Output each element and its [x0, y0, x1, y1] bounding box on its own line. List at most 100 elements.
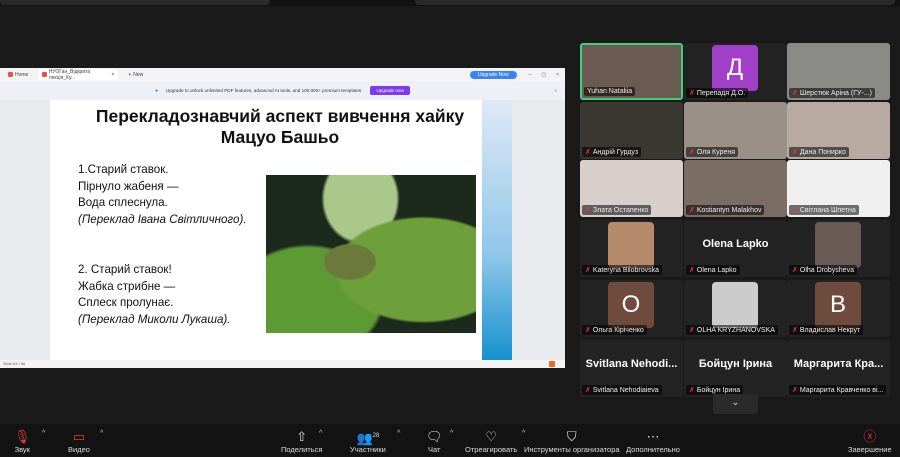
- heart-icon: ♡: [485, 429, 497, 444]
- chat-options-caret[interactable]: ^: [450, 430, 453, 437]
- more-button[interactable]: ⋯ Дополнительно: [626, 428, 680, 454]
- upgrade-now-button[interactable]: Upgrade Now: [469, 70, 517, 79]
- meeting-toolbar: 🎙 Звук ^ ▭ Видео ^ ⇧ Поделиться ^ 👥28 Участн…: [0, 424, 900, 457]
- mic-muted-icon: ✗: [689, 90, 695, 97]
- info-icon: ●: [155, 88, 158, 93]
- mic-muted-icon: 🎙: [14, 429, 31, 444]
- participant-display-name: Бойцун Ірина: [698, 358, 773, 370]
- participant-name: ✗ Svitlana Nehodiaieva: [582, 385, 662, 395]
- upgrade-banner: ● Upgrade to unlock unlimited PDF featur…: [0, 81, 565, 100]
- plus-icon: +: [128, 71, 132, 78]
- participant-tile[interactable]: ✗ Андрій Гурдуз: [580, 102, 683, 159]
- mic-muted-icon: ✗: [792, 387, 798, 394]
- video-button[interactable]: ▭ Видео: [68, 428, 90, 454]
- participant-name: ✗ Андрій Гурдуз: [582, 147, 642, 157]
- mic-muted-icon: ✗: [792, 90, 798, 97]
- mic-muted-icon: ✗: [689, 387, 695, 394]
- participant-name: ✗ Світлана Шпетна: [789, 205, 859, 215]
- mic-muted-icon: ✗: [585, 327, 591, 334]
- participants-options-caret[interactable]: ^: [397, 430, 400, 437]
- chevron-down-icon[interactable]: ⌄: [713, 394, 758, 414]
- participant-tile[interactable]: ✗ Світлана Шпетна: [787, 160, 890, 217]
- participant-name: ✗ Злата Остапенко: [582, 205, 652, 215]
- participant-tile[interactable]: ✗ Шерстюк Аріна (ГУ-...): [787, 43, 890, 100]
- mic-muted-icon: ✗: [585, 149, 591, 156]
- participants-icon: 👥: [356, 430, 373, 446]
- mic-muted-icon: ✗: [689, 207, 695, 214]
- participant-name: Yuhan Nataliia: [584, 87, 636, 96]
- participant-tile[interactable]: Yuhan Nataliia: [580, 43, 683, 100]
- avatar: O: [608, 282, 654, 328]
- mic-muted-icon: ✗: [792, 327, 798, 334]
- participant-tile[interactable]: Маргарита Кра... ✗ Маргарита Кравченко ві.…: [787, 340, 890, 397]
- participant-tile[interactable]: ✗ Kostiantyn Malakhov: [684, 160, 787, 217]
- share-options-caret[interactable]: ^: [319, 430, 322, 437]
- mic-muted-icon: ✗: [689, 267, 695, 274]
- mic-muted-icon: ✗: [792, 267, 798, 274]
- tab-home[interactable]: Home: [4, 69, 32, 80]
- participant-tile[interactable]: ✗ Дана Понирко: [787, 102, 890, 159]
- participant-tile[interactable]: ✗ Olha Drobysheva: [787, 220, 890, 277]
- pdf-tab-bar: Home НУОГан_Відкрита лекція_Ку... × + New …: [0, 68, 565, 81]
- participant-tile[interactable]: Olena Lapko ✗ Olena Lapko: [684, 220, 787, 277]
- share-button[interactable]: ⇧ Поделиться: [281, 428, 322, 454]
- participant-display-name: Маргарита Кра...: [793, 358, 884, 370]
- audio-options-caret[interactable]: ^: [42, 430, 45, 437]
- upgrade-banner-button[interactable]: Upgrade now: [370, 86, 410, 95]
- mic-muted-icon: ✗: [689, 327, 695, 334]
- participant-tile[interactable]: Д ✗ Перепадя Д.О.: [684, 43, 787, 100]
- avatar: B: [815, 282, 861, 328]
- slide-decoration: [482, 100, 512, 360]
- participant-tile[interactable]: ✗ Kateryna Bilobrovska: [580, 220, 683, 277]
- participant-name: ✗ Шерстюк Аріна (ГУ-...): [789, 88, 875, 98]
- zoom-control-icon[interactable]: [549, 361, 555, 367]
- participant-tile[interactable]: O ✗ Ольга Кіріченко: [580, 280, 683, 337]
- participant-tile[interactable]: ✗ OLHA KRYZHANOVSKA: [684, 280, 787, 337]
- pdf-icon: [42, 72, 47, 77]
- chat-button[interactable]: 🗨 Чат: [426, 428, 443, 454]
- participant-display-name: Svitlana Nehodi...: [585, 358, 678, 370]
- end-button[interactable]: ⓧ Завершение: [848, 428, 892, 454]
- window-close-icon[interactable]: ×: [556, 72, 559, 78]
- participants-button[interactable]: 👥28 Участники: [350, 428, 386, 454]
- poem-2: 2. Старий ставок! Жабка стрибне — Сплеск п…: [78, 263, 231, 326]
- participant-name: ✗ Владислав Некрут: [789, 325, 864, 335]
- banner-close-icon[interactable]: ×: [554, 88, 557, 93]
- participant-name: ✗ Оля Куреня: [686, 147, 739, 157]
- react-button[interactable]: ♡ Отреагировать: [465, 428, 517, 454]
- close-icon[interactable]: ×: [111, 72, 114, 78]
- tab-document[interactable]: НУОГан_Відкрита лекція_Ку... ×: [38, 69, 119, 81]
- participant-name: ✗ Дана Понирко: [789, 147, 849, 157]
- participant-tile[interactable]: Бойцун Ірина ✗ Бойцун Ірина: [684, 340, 787, 397]
- participant-tile[interactable]: Svitlana Nehodi... ✗ Svitlana Nehodiaieva: [580, 340, 683, 397]
- host-tools-button[interactable]: ⛉ Инструменты организатора: [524, 428, 620, 454]
- profile-photo: [712, 282, 758, 328]
- home-icon: [8, 72, 13, 77]
- participant-name: ✗ Перепадя Д.О.: [686, 88, 749, 98]
- mic-muted-icon: ✗: [585, 207, 591, 214]
- avatar: Д: [712, 45, 758, 91]
- chat-icon: 🗨: [426, 429, 443, 444]
- participant-display-name: Olena Lapko: [702, 238, 769, 250]
- end-call-icon: ⓧ: [863, 429, 877, 444]
- top-bar: [0, 0, 900, 6]
- slide: Перекладознавчий аспект вивчення хайку Ма…: [50, 100, 512, 360]
- participant-tile[interactable]: ✗ Оля Куреня: [684, 102, 787, 159]
- participant-name: ✗ Kostiantyn Malakhov: [686, 205, 765, 215]
- tab-new[interactable]: + New: [124, 69, 147, 80]
- frog-photo: [266, 175, 476, 333]
- shared-screen: Home НУОГан_Відкрита лекція_Ку... × + New …: [0, 68, 565, 368]
- participant-name: ✗ Kateryna Bilobrovska: [582, 265, 663, 275]
- video-options-caret[interactable]: ^: [100, 430, 103, 437]
- participant-name: ✗ Маргарита Кравченко ві...: [789, 385, 887, 395]
- share-screen-icon: ⇧: [296, 429, 308, 444]
- participant-name: ✗ OLHA KRYZHANOVSKA: [686, 325, 778, 335]
- participant-tile[interactable]: ✗ Злата Остапенко: [580, 160, 683, 217]
- video-off-icon: ▭: [72, 429, 86, 444]
- restore-icon[interactable]: ▢: [541, 72, 546, 78]
- minimize-icon[interactable]: –: [529, 72, 532, 78]
- shield-icon: ⛉: [566, 429, 577, 444]
- participant-tile[interactable]: B ✗ Владислав Некрут: [787, 280, 890, 337]
- audio-button[interactable]: 🎙 Звук: [14, 428, 31, 454]
- more-icon: ⋯: [646, 429, 660, 444]
